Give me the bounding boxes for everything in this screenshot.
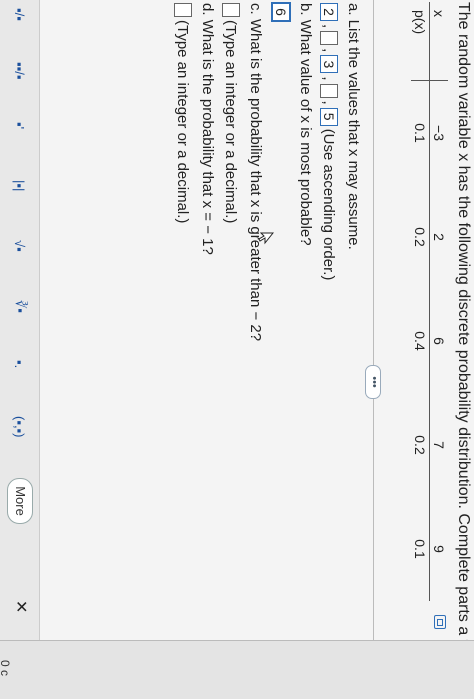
expand-icon[interactable] <box>434 615 446 629</box>
p-header: p(x) <box>411 2 430 81</box>
fraction-button[interactable]: ▪/▪ <box>9 8 31 21</box>
p-value: 0.4 <box>412 331 428 351</box>
part-a-hint: (Use ascending order.) <box>320 128 338 281</box>
square-root-button[interactable]: √▪ <box>9 240 31 252</box>
more-options-button[interactable]: ••• <box>365 365 381 399</box>
answer-box[interactable] <box>222 3 240 17</box>
more-button[interactable]: More <box>7 478 33 524</box>
x-value: 2 <box>429 185 448 289</box>
part-d-answer-row: (Type an integer or a decimal.) <box>174 3 192 223</box>
part-c-answer-row: (Type an integer or a decimal.) <box>222 3 240 223</box>
close-icon[interactable]: ✕ <box>11 600 31 613</box>
x-value: 6 <box>429 289 448 393</box>
x-value: 7 <box>429 393 448 497</box>
part-b-answer-row: 6 <box>272 3 290 21</box>
answer-box[interactable] <box>320 83 338 98</box>
p-value: 0.2 <box>412 227 428 247</box>
ordered-pair-button[interactable]: (▪,▪) <box>9 416 31 438</box>
question-title: The random variable x has the following … <box>455 2 472 699</box>
side-label: 0 c <box>0 660 12 676</box>
part-c-prompt: c. What is the probability that x is gre… <box>247 3 264 342</box>
part-d-prompt: d. What is the probability that x = − 1? <box>199 3 216 255</box>
part-b-prompt: b. What value of x is most probable? <box>297 3 314 246</box>
distribution-table: x −3 2 6 7 9 p(x) 0.1 0.2 0.4 0.2 0.1 <box>411 2 448 601</box>
side-panel <box>0 640 474 699</box>
cube-root-button[interactable]: ∛▪ <box>9 300 31 313</box>
p-value: 0.1 <box>412 123 428 143</box>
p-value: 0.1 <box>412 539 428 559</box>
question-panel: The random variable x has the following … <box>0 0 474 699</box>
part-c-hint: (Type an integer or a decimal.) <box>222 20 240 224</box>
screen: The random variable x has the following … <box>0 0 474 699</box>
x-value: −3 <box>429 80 448 185</box>
absolute-value-button[interactable]: |▪| <box>9 180 31 191</box>
answer-box[interactable] <box>320 31 338 46</box>
answer-box[interactable]: 3 <box>320 55 338 74</box>
part-a-prompt: a. List the values that x may assume. <box>345 3 362 250</box>
answer-box[interactable]: 6 <box>272 3 290 21</box>
p-value: 0.2 <box>412 435 428 455</box>
exponent-button[interactable]: ▪' <box>9 122 31 129</box>
math-toolbar: ▪/▪ ▪▪/▪ ▪' |▪| √▪ ∛▪ ▪. (▪,▪) More ✕ <box>0 0 40 640</box>
answer-box[interactable]: 2 <box>320 3 338 21</box>
answer-box[interactable] <box>174 3 192 17</box>
x-header: x <box>429 2 448 81</box>
decimal-button[interactable]: ▪. <box>9 360 31 368</box>
part-d-hint: (Type an integer or a decimal.) <box>174 20 192 224</box>
part-a-answer-row: 2, , 3, , 5 (Use ascending order.) <box>320 3 338 280</box>
mixed-number-button[interactable]: ▪▪/▪ <box>9 62 31 79</box>
section-divider <box>373 0 374 640</box>
x-value: 9 <box>429 497 448 601</box>
answer-box[interactable]: 5 <box>320 107 338 126</box>
